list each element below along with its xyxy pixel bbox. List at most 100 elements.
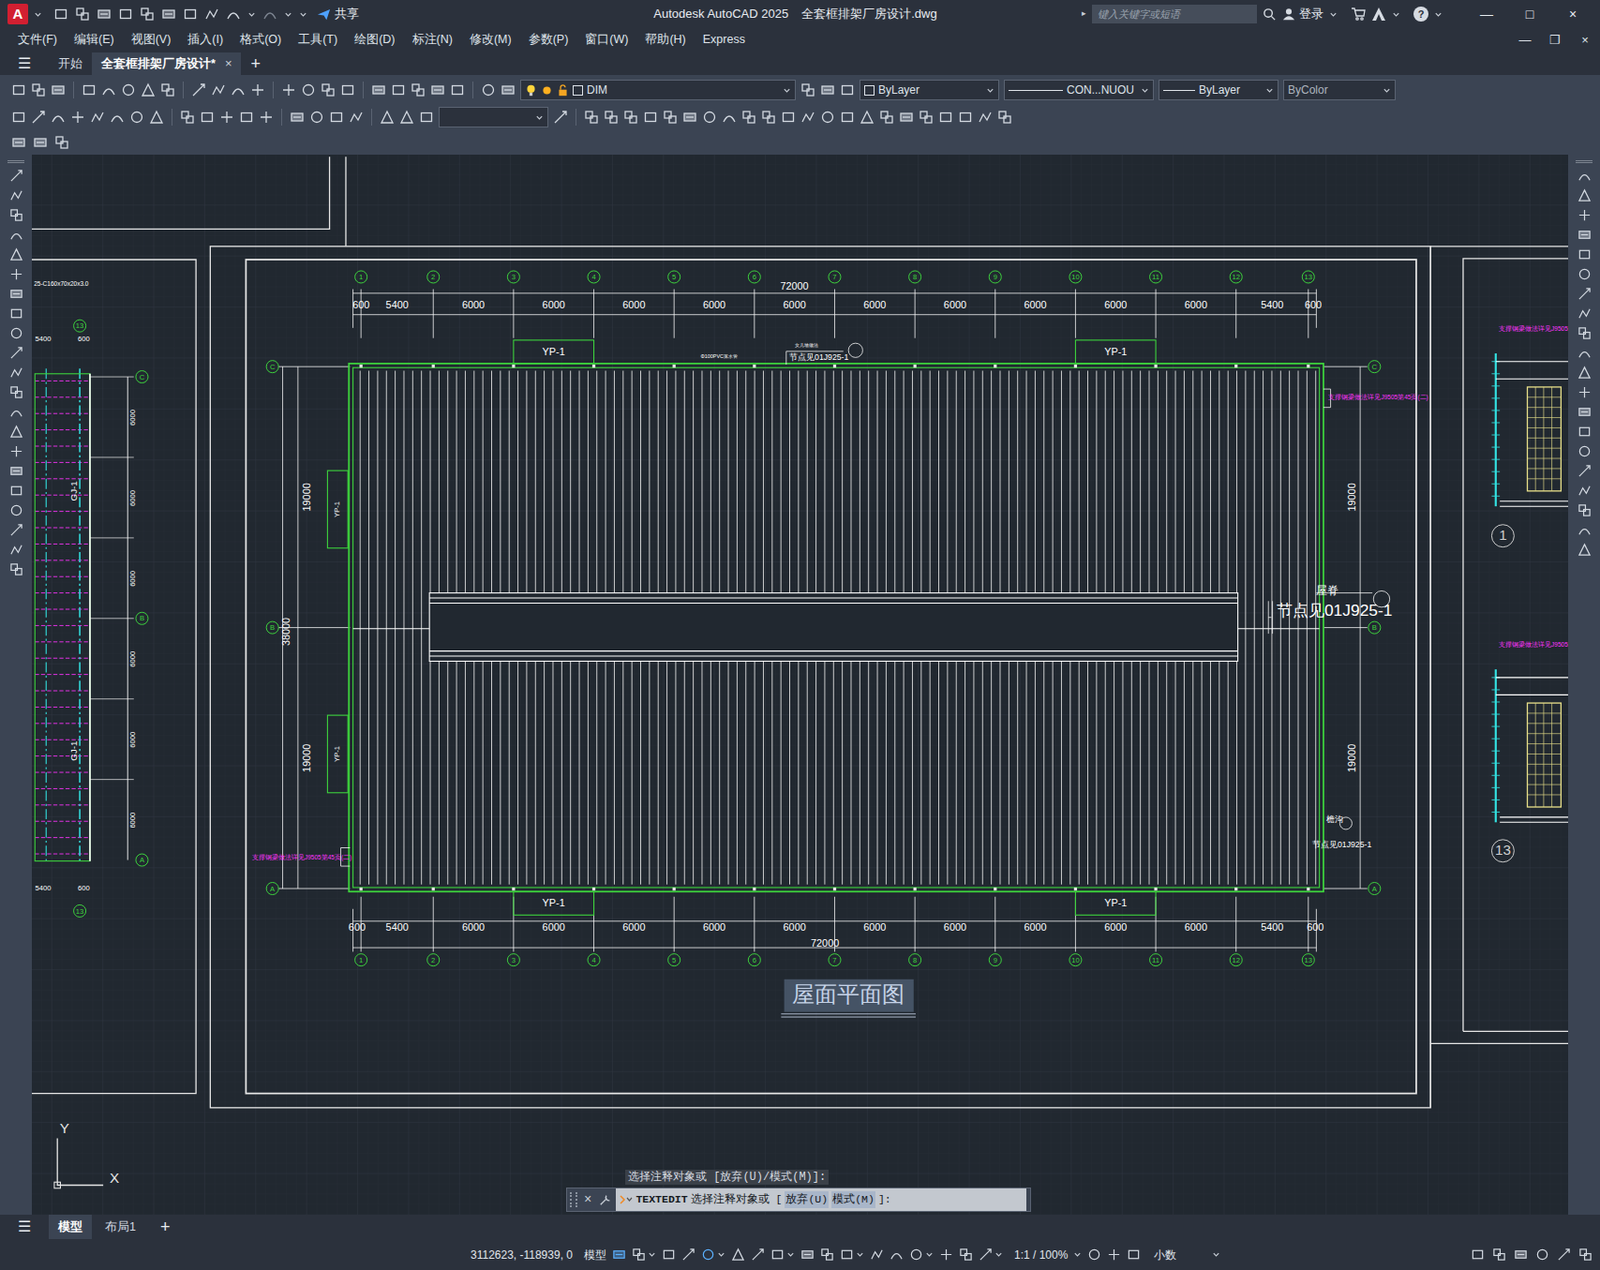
tool-icon[interactable] (839, 109, 855, 125)
cart-icon[interactable] (1350, 6, 1366, 22)
tool-icon[interactable] (9, 208, 24, 223)
command-input[interactable]: TEXTEDIT选择注释对象或 [放弃(U)模式(M)]: (615, 1188, 1027, 1212)
tool-icon[interactable] (399, 109, 415, 125)
tool-icon[interactable] (11, 82, 27, 98)
layout-tab[interactable]: 布局1 (91, 1214, 150, 1240)
tool-icon[interactable] (701, 1247, 716, 1262)
tool-icon[interactable] (81, 82, 97, 98)
tool-icon[interactable] (800, 109, 816, 125)
menu-item[interactable]: 窗口(W) (576, 30, 637, 49)
tool-icon[interactable] (74, 6, 90, 22)
tool-icon[interactable] (289, 109, 305, 125)
tool-icon[interactable] (1577, 523, 1592, 538)
tool-icon[interactable] (869, 1247, 884, 1262)
menu-item[interactable]: Express (694, 30, 754, 49)
tool-icon[interactable] (129, 109, 145, 125)
tool-icon[interactable] (89, 109, 105, 125)
tool-icon[interactable] (9, 483, 24, 498)
dropdown-arrow-icon[interactable] (299, 10, 308, 19)
lineweight-dropdown[interactable]: ByLayer (1158, 79, 1279, 101)
dropdown-arrow-icon[interactable] (1073, 1250, 1082, 1259)
tool-icon[interactable] (957, 109, 973, 125)
tool-icon[interactable] (11, 134, 27, 150)
file-tab[interactable]: 全套框排架厂房设计*× (91, 52, 241, 75)
tool-icon[interactable] (1513, 1247, 1528, 1262)
tool-icon[interactable] (410, 82, 426, 98)
tool-icon[interactable] (750, 1247, 765, 1262)
tool-icon[interactable] (780, 109, 796, 125)
tool-icon[interactable] (1577, 404, 1592, 419)
autodesk-icon[interactable] (1371, 6, 1387, 22)
tool-icon[interactable] (1577, 306, 1592, 321)
tool-icon[interactable] (379, 109, 395, 125)
tool-icon[interactable] (9, 286, 24, 301)
tool-icon[interactable] (741, 109, 757, 125)
tool-icon[interactable] (9, 267, 24, 282)
new-layout-button[interactable]: + (149, 1214, 182, 1241)
tool-icon[interactable] (230, 82, 246, 98)
tool-icon[interactable] (553, 109, 569, 125)
menu-item[interactable]: 帮助(H) (636, 30, 694, 49)
tool-icon[interactable] (101, 82, 117, 98)
tool-icon[interactable] (30, 82, 46, 98)
tool-icon[interactable] (53, 6, 69, 22)
tool-icon[interactable] (839, 82, 855, 98)
tool-icon[interactable] (239, 109, 255, 125)
tool-icon[interactable] (642, 109, 658, 125)
file-menu-button[interactable]: ☰ (0, 51, 49, 75)
drawing-title[interactable]: 屋面平面图 (780, 979, 916, 1017)
tool-icon[interactable] (340, 82, 356, 98)
tool-icon[interactable] (9, 326, 24, 341)
tool-icon[interactable] (9, 345, 24, 360)
dropdown-arrow-icon[interactable] (786, 1250, 795, 1259)
login-button[interactable]: 登录 (1282, 4, 1324, 24)
layer-dropdown[interactable]: DIM (520, 79, 796, 101)
tool-icon[interactable] (898, 109, 914, 125)
tool-icon[interactable] (662, 109, 678, 125)
tool-icon[interactable] (320, 82, 336, 98)
tool-icon[interactable] (1577, 326, 1592, 341)
tool-icon[interactable] (32, 134, 48, 150)
tool-icon[interactable] (390, 82, 406, 98)
tool-icon[interactable] (9, 463, 24, 479)
tool-icon[interactable] (623, 109, 639, 125)
tool-icon[interactable] (258, 109, 274, 125)
tool-icon[interactable] (118, 6, 134, 22)
search-icon[interactable] (1262, 7, 1277, 22)
file-tab[interactable]: 开始 (48, 52, 92, 75)
tool-icon[interactable] (1535, 1247, 1550, 1262)
tool-icon[interactable] (1577, 385, 1592, 400)
tool-icon[interactable] (603, 109, 619, 125)
dropdown-arrow-icon[interactable] (782, 86, 792, 95)
tool-icon[interactable] (70, 109, 86, 125)
tool-icon[interactable] (9, 168, 24, 183)
tool-icon[interactable] (1578, 1247, 1593, 1262)
dropdown-arrow-icon[interactable] (247, 10, 256, 19)
dropdown-arrow-icon[interactable] (855, 1250, 865, 1259)
tool-icon[interactable] (1577, 267, 1592, 282)
tool-icon[interactable] (800, 1247, 815, 1262)
tool-icon[interactable] (938, 109, 954, 125)
tool-icon[interactable] (997, 109, 1013, 125)
menu-item[interactable]: 绘图(D) (345, 30, 404, 49)
tool-icon[interactable] (1577, 503, 1592, 518)
menu-item[interactable]: 视图(V) (122, 30, 180, 49)
tool-icon[interactable] (309, 109, 325, 125)
tool-icon[interactable] (1577, 444, 1592, 459)
menu-item[interactable]: 工具(T) (289, 30, 346, 49)
tool-icon[interactable] (50, 109, 66, 125)
plotstyle-dropdown[interactable]: ByColor (1283, 79, 1396, 101)
tool-icon[interactable] (50, 82, 66, 98)
close-tab-button[interactable]: × (224, 54, 233, 74)
menu-item[interactable]: 编辑(E) (65, 30, 123, 49)
tool-icon[interactable] (839, 1247, 854, 1262)
tool-icon[interactable] (1577, 208, 1592, 223)
tool-icon[interactable] (109, 109, 125, 125)
tool-icon[interactable] (820, 82, 836, 98)
tool-icon[interactable] (182, 6, 198, 22)
tool-icon[interactable] (161, 6, 177, 22)
units-dropdown[interactable]: 小数 (1153, 1246, 1207, 1264)
tool-icon[interactable] (140, 82, 156, 98)
document-control-button[interactable]: × (1570, 30, 1600, 50)
tool-icon[interactable] (9, 562, 24, 577)
